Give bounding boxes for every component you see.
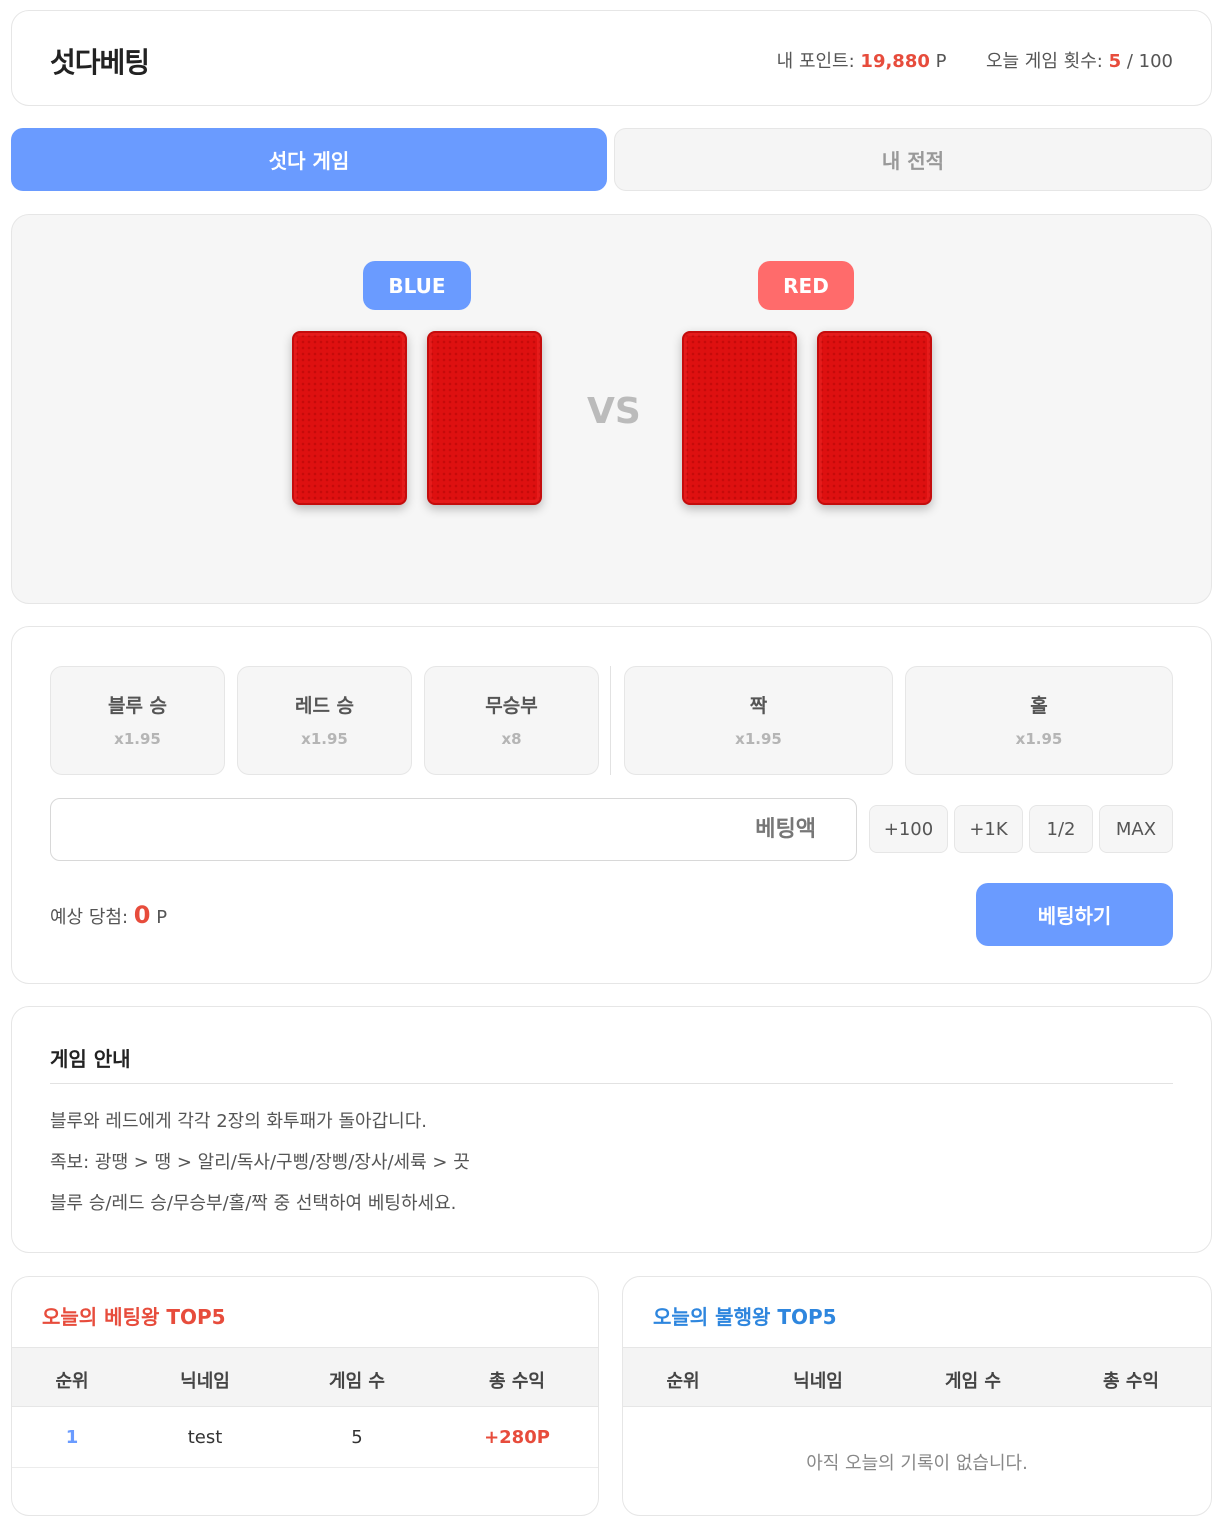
blue-card-1: [292, 331, 407, 505]
bet-option-label: 홀: [1030, 695, 1048, 717]
guide-title: 게임 안내: [50, 1047, 131, 1071]
expected-value: 0: [133, 901, 151, 929]
max-button[interactable]: MAX: [1099, 805, 1173, 853]
bet-option-label: 무승부: [485, 695, 538, 717]
bet-amount-input[interactable]: [50, 798, 857, 861]
blue-team-badge: BLUE: [363, 261, 471, 310]
expected-unit: P: [156, 907, 168, 928]
app-title: 섯다베팅: [50, 46, 150, 79]
column-header-games: 게임 수: [329, 1371, 385, 1392]
table-row: 1 test 5 +280P: [12, 1407, 598, 1468]
bet-option-odds: x1.95: [301, 730, 348, 748]
expected-payout: 예상 당첨: 0 P: [50, 901, 167, 929]
place-bet-button[interactable]: 베팅하기: [976, 883, 1173, 946]
row-nickname: test: [187, 1427, 223, 1448]
option-divider: [610, 666, 611, 775]
bet-option-odds: x1.95: [1015, 730, 1063, 748]
points-unit: P: [935, 51, 947, 72]
column-header-rank: 순위: [55, 1371, 89, 1392]
bet-option-even[interactable]: 짝 x1.95: [624, 666, 893, 775]
column-header-rank: 순위: [666, 1371, 700, 1392]
add-1k-button[interactable]: +1K: [954, 805, 1023, 853]
row-rank: 1: [65, 1427, 79, 1448]
column-header-profit: 총 수익: [489, 1371, 545, 1392]
top-losers-panel: 오늘의 불행왕 TOP5 순위 닉네임 게임 수 총 수익 아직 오늘의 기록이…: [622, 1276, 1212, 1516]
points-label: 내 포인트:: [776, 51, 855, 72]
add-100-button[interactable]: +100: [869, 805, 948, 853]
user-stats: 내 포인트: 19,880 P 오늘 게임 횟수: 5 / 100: [777, 47, 1173, 73]
column-header-nickname: 닉네임: [180, 1371, 230, 1392]
top-losers-title: 오늘의 불행왕 TOP5: [653, 1305, 837, 1329]
header-bar: 섯다베팅 내 포인트: 19,880 P 오늘 게임 횟수: 5 / 100: [11, 10, 1212, 106]
empty-state-message: 아직 오늘의 기록이 없습니다.: [806, 1453, 1028, 1474]
bet-option-odd[interactable]: 홀 x1.95: [905, 666, 1173, 775]
bet-option-red-win[interactable]: 레드 승 x1.95: [237, 666, 412, 775]
row-games: 5: [351, 1427, 363, 1448]
bet-option-blue-win[interactable]: 블루 승 x1.95: [50, 666, 225, 775]
tab-seotda-game[interactable]: 섯다 게임: [11, 128, 607, 191]
betting-panel: 블루 승 x1.95 레드 승 x1.95 무승부 x8 짝 x1.95 홀 x…: [11, 626, 1212, 984]
games-label: 오늘 게임 횟수:: [985, 51, 1103, 72]
top-winners-panel: 오늘의 베팅왕 TOP5 순위 닉네임 게임 수 총 수익 1 test 5 +…: [11, 1276, 599, 1516]
guide-line: 족보: 광땡 > 땡 > 알리/독사/구삥/장삥/장사/세륙 > 끗: [50, 1152, 470, 1173]
top-winners-title: 오늘의 베팅왕 TOP5: [42, 1305, 226, 1329]
points-value: 19,880: [860, 51, 930, 72]
red-team-badge: RED: [758, 261, 854, 310]
table-header: 순위 닉네임 게임 수 총 수익: [623, 1347, 1211, 1407]
red-card-1: [682, 331, 797, 505]
guide-divider: [50, 1083, 1173, 1084]
column-header-nickname: 닉네임: [793, 1371, 843, 1392]
games-separator: /: [1126, 51, 1133, 72]
bet-option-label: 짝: [749, 695, 768, 717]
guide-line: 블루 승/레드 승/무승부/홀/짝 중 선택하여 베팅하세요.: [50, 1193, 457, 1214]
row-profit: +280P: [484, 1427, 550, 1448]
column-header-games: 게임 수: [945, 1371, 1001, 1392]
game-board: BLUE RED VS: [11, 214, 1212, 604]
game-guide: 게임 안내 블루와 레드에게 각각 2장의 화투패가 돌아갑니다. 족보: 광땡…: [11, 1006, 1212, 1253]
column-header-profit: 총 수익: [1103, 1371, 1159, 1392]
bet-option-draw[interactable]: 무승부 x8: [424, 666, 599, 775]
guide-line: 블루와 레드에게 각각 2장의 화투패가 돌아갑니다.: [50, 1111, 427, 1132]
red-card-2: [817, 331, 932, 505]
blue-card-2: [427, 331, 542, 505]
bet-option-odds: x8: [501, 730, 522, 748]
bet-option-label: 레드 승: [294, 695, 355, 717]
bet-option-odds: x1.95: [735, 730, 782, 748]
bet-option-odds: x1.95: [114, 730, 161, 748]
vs-label: VS: [587, 391, 641, 432]
games-max: 100: [1138, 51, 1173, 72]
table-header: 순위 닉네임 게임 수 총 수익: [12, 1347, 598, 1407]
expected-label: 예상 당첨:: [50, 907, 129, 928]
bet-option-label: 블루 승: [107, 695, 168, 717]
tab-my-record[interactable]: 내 전적: [614, 128, 1212, 191]
half-button[interactable]: 1/2: [1029, 805, 1093, 853]
games-count: 5: [1108, 51, 1122, 72]
